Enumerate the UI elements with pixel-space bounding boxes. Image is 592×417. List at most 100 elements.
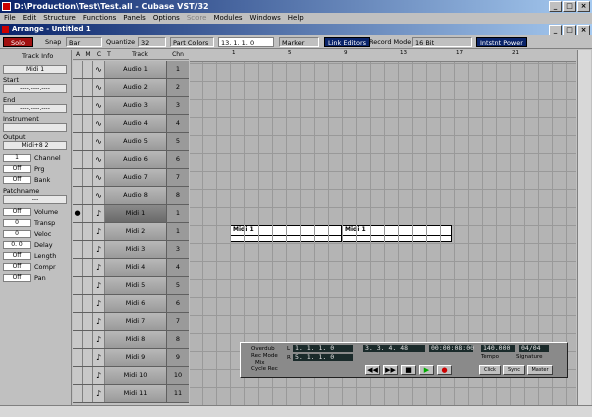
track-name[interactable]: Midi 8 xyxy=(105,331,167,348)
cycle-rec-label[interactable]: Cycle Rec xyxy=(251,366,278,372)
track-channel[interactable]: 5 xyxy=(167,133,189,150)
track-row[interactable]: ∿ Audio 44 xyxy=(73,115,189,133)
minimize-button[interactable]: _ xyxy=(549,1,562,12)
rewind-icon[interactable]: ◀◀ xyxy=(365,365,380,375)
active-track-icon[interactable]: ● xyxy=(73,205,83,222)
midi-part[interactable]: Midi 1 xyxy=(342,225,452,242)
track-row[interactable]: ∿ Audio 77 xyxy=(73,169,189,187)
horizontal-scrollbar[interactable] xyxy=(0,405,592,417)
track-a-cell[interactable] xyxy=(73,241,83,258)
fast-forward-icon[interactable]: ▶▶ xyxy=(383,365,398,375)
audio-wave-icon[interactable]: ∿ xyxy=(93,133,105,150)
track-name[interactable]: Audio 7 xyxy=(105,169,167,186)
audio-wave-icon[interactable]: ∿ xyxy=(93,187,105,204)
track-name[interactable]: Midi 6 xyxy=(105,295,167,312)
mute-cell[interactable] xyxy=(83,385,93,402)
track-name[interactable]: Midi 1 xyxy=(105,205,167,222)
track-row[interactable]: ∿ Audio 55 xyxy=(73,133,189,151)
patchname-select[interactable]: --- xyxy=(3,195,67,204)
menu-windows[interactable]: Windows xyxy=(250,13,281,24)
position-display-time[interactable]: 00:00:08:00 xyxy=(429,345,474,352)
track-a-cell[interactable] xyxy=(73,349,83,366)
track-a-cell[interactable] xyxy=(73,223,83,240)
track-row[interactable]: ♪ Midi 88 xyxy=(73,331,189,349)
track-name[interactable]: Midi 7 xyxy=(105,313,167,330)
midi-note-icon[interactable]: ♪ xyxy=(93,331,105,348)
track-name[interactable]: Audio 2 xyxy=(105,79,167,96)
part-colors-select[interactable]: Part Colors xyxy=(170,37,214,47)
menu-options[interactable]: Options xyxy=(153,13,180,24)
prg-field[interactable]: Off xyxy=(3,165,31,173)
track-a-cell[interactable] xyxy=(73,115,83,132)
track-name[interactable]: Audio 8 xyxy=(105,187,167,204)
midi-note-icon[interactable]: ♪ xyxy=(93,349,105,366)
signature-display[interactable]: 04/04 xyxy=(519,345,549,352)
mute-cell[interactable] xyxy=(83,367,93,384)
output-select[interactable]: Midi+8 2 xyxy=(3,141,67,150)
mute-cell[interactable] xyxy=(83,349,93,366)
overdub-label[interactable]: Overdub xyxy=(251,346,275,352)
track-row[interactable]: ♪ Midi 44 xyxy=(73,259,189,277)
close-button[interactable]: × xyxy=(577,1,590,12)
track-row[interactable]: ∿ Audio 88 xyxy=(73,187,189,205)
transp-field[interactable]: 0 xyxy=(3,219,31,227)
mute-cell[interactable] xyxy=(83,151,93,168)
stop-icon[interactable]: ■ xyxy=(401,365,416,375)
track-name[interactable]: Midi 10 xyxy=(105,367,167,384)
track-a-cell[interactable] xyxy=(73,331,83,348)
track-a-cell[interactable] xyxy=(73,79,83,96)
track-name[interactable]: Midi 2 xyxy=(105,223,167,240)
track-a-cell[interactable] xyxy=(73,313,83,330)
midi-note-icon[interactable]: ♪ xyxy=(93,205,105,222)
track-a-cell[interactable] xyxy=(73,151,83,168)
col-track[interactable]: Track xyxy=(113,50,167,59)
record-mode-select[interactable]: 16 Bit xyxy=(412,37,472,47)
mute-cell[interactable] xyxy=(83,61,93,78)
mute-cell[interactable] xyxy=(83,259,93,276)
volume-field[interactable]: Off xyxy=(3,208,31,216)
midi-note-icon[interactable]: ♪ xyxy=(93,295,105,312)
mute-cell[interactable] xyxy=(83,313,93,330)
position-display-bars[interactable]: 3. 3. 4. 48 xyxy=(363,345,425,352)
midi-note-icon[interactable]: ♪ xyxy=(93,367,105,384)
mute-cell[interactable] xyxy=(83,223,93,240)
midi-note-icon[interactable]: ♪ xyxy=(93,277,105,294)
snap-select[interactable]: Bar xyxy=(66,37,102,47)
position-display[interactable]: 13. 1. 1. 0 xyxy=(218,37,274,47)
track-row[interactable]: ● ♪ Midi 11 xyxy=(73,205,189,223)
track-name[interactable]: Midi 11 xyxy=(105,385,167,402)
track-row[interactable]: ♪ Midi 66 xyxy=(73,295,189,313)
menu-structure[interactable]: Structure xyxy=(43,13,76,24)
mute-cell[interactable] xyxy=(83,277,93,294)
track-channel[interactable]: 4 xyxy=(167,115,189,132)
track-name[interactable]: Audio 5 xyxy=(105,133,167,150)
end-field[interactable]: ----.----.---- xyxy=(3,104,67,113)
pan-field[interactable]: Off xyxy=(3,274,31,282)
channel-field[interactable]: 1 xyxy=(3,154,31,162)
track-a-cell[interactable] xyxy=(73,295,83,312)
track-row[interactable]: ♪ Midi 33 xyxy=(73,241,189,259)
midi-note-icon[interactable]: ♪ xyxy=(93,223,105,240)
track-channel[interactable]: 1 xyxy=(167,223,189,240)
solo-button[interactable]: Solo xyxy=(3,37,33,47)
track-row[interactable]: ♪ Midi 99 xyxy=(73,349,189,367)
track-row[interactable]: ♪ Midi 21 xyxy=(73,223,189,241)
audio-wave-icon[interactable]: ∿ xyxy=(93,169,105,186)
track-a-cell[interactable] xyxy=(73,133,83,150)
col-a[interactable]: A xyxy=(73,50,83,59)
veloc-field[interactable]: 0 xyxy=(3,230,31,238)
track-a-cell[interactable] xyxy=(73,61,83,78)
play-icon[interactable]: ▶ xyxy=(419,365,434,375)
link-editors-button[interactable]: Link Editors xyxy=(324,37,371,47)
audio-wave-icon[interactable]: ∿ xyxy=(93,97,105,114)
mute-cell[interactable] xyxy=(83,97,93,114)
track-channel[interactable]: 2 xyxy=(167,79,189,96)
app-icon[interactable] xyxy=(2,2,11,11)
track-a-cell[interactable] xyxy=(73,259,83,276)
right-locator-display[interactable]: 5. 1. 1. 0 xyxy=(293,354,353,361)
track-channel[interactable]: 4 xyxy=(167,259,189,276)
track-name[interactable]: Audio 3 xyxy=(105,97,167,114)
track-a-cell[interactable] xyxy=(73,187,83,204)
midi-note-icon[interactable]: ♪ xyxy=(93,385,105,402)
col-m[interactable]: M xyxy=(83,50,93,59)
